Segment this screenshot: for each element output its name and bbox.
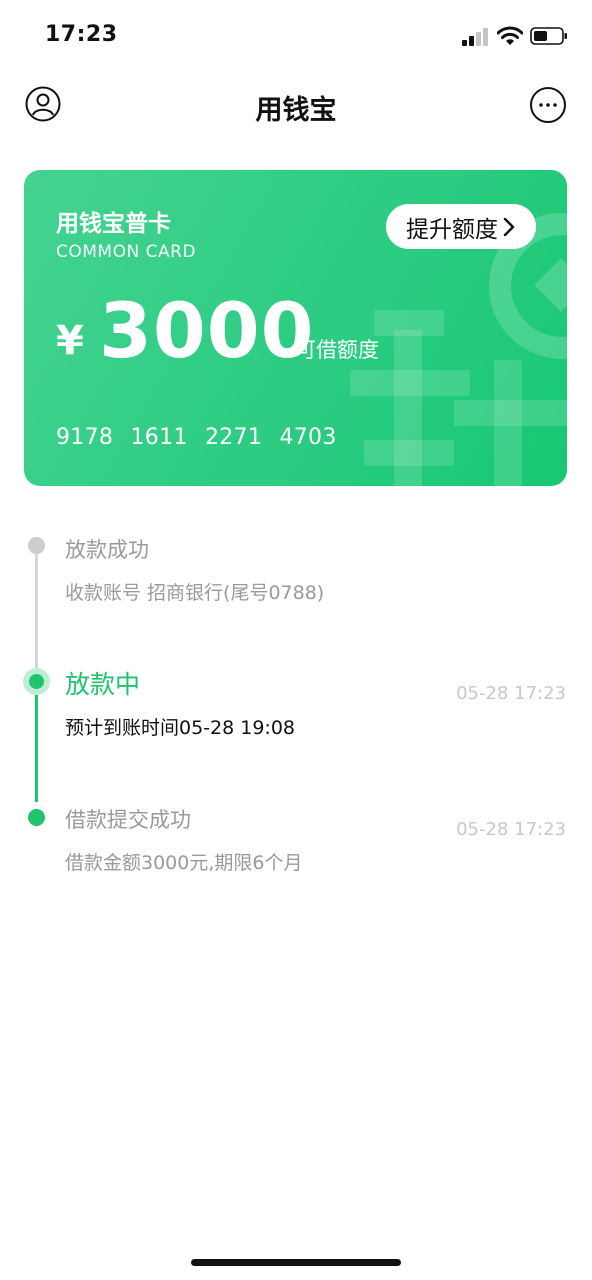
card-name: 用钱宝普卡 — [56, 211, 171, 237]
step-desc: 预计到账时间05-28 19:08 — [65, 717, 296, 739]
home-indicator[interactable] — [191, 1259, 401, 1266]
step-title: 放款中 — [65, 670, 141, 699]
step-time: 05-28 17:23 — [456, 819, 566, 840]
timeline-dot-current — [23, 668, 50, 695]
timeline-line-inactive — [35, 548, 38, 684]
more-options-icon[interactable] — [529, 86, 567, 124]
wifi-icon — [497, 26, 523, 45]
card-number: 9178 1611 2271 4703 — [56, 425, 337, 450]
timeline-line-active — [35, 692, 38, 802]
step-desc: 收款账号 招商银行(尾号0788) — [65, 582, 325, 604]
page-title: 用钱宝 — [255, 95, 337, 126]
credit-amount-label: 可借额度 — [295, 338, 379, 362]
cellular-signal-icon — [462, 28, 488, 46]
status-bar: 17:23 — [0, 0, 592, 70]
battery-icon — [530, 27, 567, 45]
currency-symbol: ¥ — [56, 318, 84, 364]
timeline-dot-submitted — [28, 809, 45, 826]
loan-timeline: 放款成功 收款账号 招商银行(尾号0788) 放款中 05-28 17:23 预… — [0, 520, 592, 900]
timeline-dot-done — [28, 537, 45, 554]
loan-status-page: 17:23 用钱宝 用钱宝普卡 COMMON CARD 提升额度 ¥ 3000 … — [0, 0, 592, 1280]
card-subname: COMMON CARD — [56, 242, 196, 262]
step-desc: 借款金额3000元,期限6个月 — [65, 852, 303, 874]
step-time: 05-28 17:23 — [456, 683, 566, 704]
step-title: 借款提交成功 — [65, 808, 191, 832]
credit-amount: 3000 — [99, 286, 315, 375]
step-title: 放款成功 — [65, 538, 149, 562]
status-time: 17:23 — [45, 22, 118, 47]
nav-bar: 用钱宝 — [0, 76, 592, 132]
raise-limit-button[interactable]: 提升额度 — [386, 204, 536, 249]
chevron-right-icon — [503, 217, 515, 236]
credit-card: 用钱宝普卡 COMMON CARD 提升额度 ¥ 3000 可借额度 9178 … — [24, 170, 567, 486]
raise-limit-label: 提升额度 — [406, 216, 498, 243]
